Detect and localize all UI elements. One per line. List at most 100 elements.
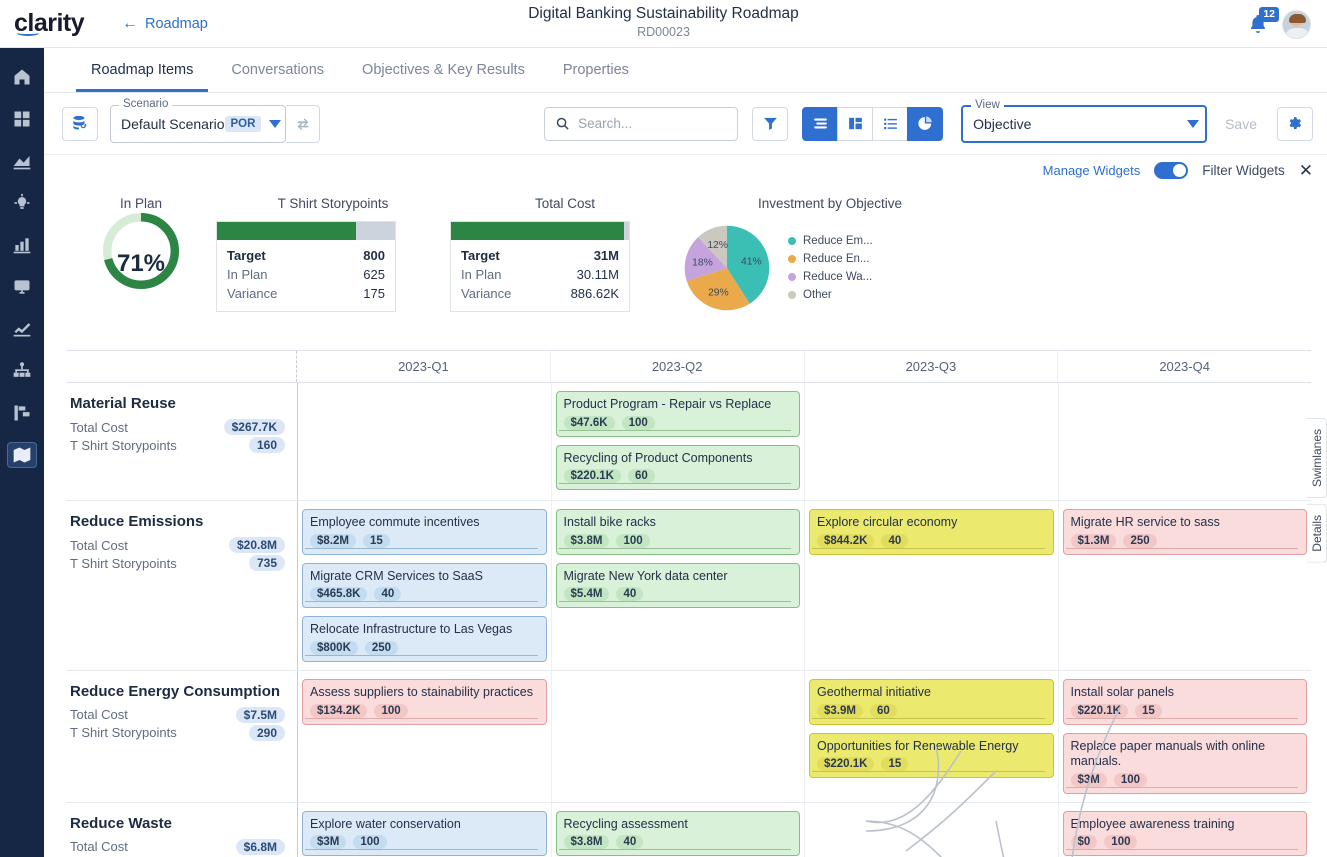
card-title: Product Program - Repair vs Replace bbox=[564, 397, 793, 413]
tab-roadmap-items[interactable]: Roadmap Items bbox=[76, 62, 208, 92]
card-title: Install solar panels bbox=[1071, 685, 1300, 701]
view-value: Objective bbox=[973, 116, 1031, 132]
pie-slice-label: 41% bbox=[741, 257, 762, 268]
card-cost-pill: $0 bbox=[1071, 835, 1098, 849]
progress-fill bbox=[217, 222, 356, 240]
roadmap-item-card[interactable]: Employee commute incentives$8.2M15 bbox=[302, 509, 547, 555]
roadmap-item-card[interactable]: Explore water conservation$3M100 bbox=[302, 811, 547, 857]
scenario-select[interactable]: Scenario Default Scenario POR bbox=[110, 105, 286, 143]
view-mode-roadmap-button[interactable] bbox=[802, 107, 838, 141]
edge-tab-swimlanes[interactable]: Swimlanes bbox=[1307, 418, 1327, 498]
roadmap-item-card[interactable]: Assess suppliers to stainability practic… bbox=[302, 679, 547, 725]
filter-button[interactable] bbox=[752, 107, 788, 141]
kpi-label: In Plan bbox=[227, 267, 267, 282]
quarter-lane: Install bike racks$3.8M100 Migrate New Yo… bbox=[552, 501, 806, 670]
settings-button[interactable] bbox=[1277, 107, 1313, 141]
list-view-icon bbox=[882, 115, 899, 132]
swimlane-metric: Total Cost$267.7K bbox=[70, 418, 285, 436]
roadmap-item-card[interactable]: Opportunities for Renewable Energy$220.1… bbox=[809, 733, 1054, 779]
tab-properties[interactable]: Properties bbox=[548, 62, 644, 92]
metric-label: T Shirt Storypoints bbox=[70, 725, 177, 740]
logo-swash-icon bbox=[17, 30, 39, 36]
roadmap-item-card[interactable]: Employee awareness training$0100 bbox=[1063, 811, 1308, 857]
card-pills: $3M100 bbox=[1071, 773, 1300, 787]
card-points-pill: 40 bbox=[881, 534, 908, 548]
sidebar-item-trends[interactable] bbox=[7, 316, 37, 342]
roadmap-item-card[interactable]: Migrate CRM Services to SaaS$465.8K40 bbox=[302, 563, 547, 609]
metric-label: Total Cost bbox=[70, 420, 128, 435]
legend-dot bbox=[788, 291, 796, 299]
widget-in-plan: In Plan 71% bbox=[66, 196, 216, 307]
scenario-database-button[interactable] bbox=[62, 107, 98, 141]
card-cost-pill: $1.3M bbox=[1071, 534, 1117, 548]
card-points-pill: 15 bbox=[881, 757, 908, 771]
roadmap-item-card[interactable]: Migrate New York data center$5.4M40 bbox=[556, 563, 801, 609]
sidebar-item-reports[interactable] bbox=[7, 232, 37, 258]
tab-objectives-key-results[interactable]: Objectives & Key Results bbox=[347, 62, 540, 92]
roadmap-item-card[interactable]: Migrate HR service to sass$1.3M250 bbox=[1063, 509, 1308, 555]
legend-item: Reduce Wa... bbox=[788, 271, 873, 283]
sidebar-item-boards[interactable] bbox=[7, 106, 37, 132]
tab-conversations[interactable]: Conversations bbox=[216, 62, 339, 92]
notifications-button[interactable]: 12 bbox=[1246, 12, 1270, 36]
view-mode-list-button[interactable] bbox=[872, 107, 908, 141]
kpi-value: 30.11M bbox=[577, 267, 619, 282]
roadmap-item-card[interactable]: Product Program - Repair vs Replace$47.6… bbox=[556, 391, 801, 437]
roadmap-item-card[interactable]: Relocate Infrastructure to Las Vegas$800… bbox=[302, 616, 547, 662]
roadmap-item-card[interactable]: Explore circular economy$844.2K40 bbox=[809, 509, 1054, 555]
kpi-row: In Plan 30.11M bbox=[461, 265, 619, 284]
card-title: Migrate CRM Services to SaaS bbox=[310, 569, 539, 585]
card-points-pill: 40 bbox=[616, 835, 643, 849]
line-chart-icon bbox=[12, 319, 32, 339]
search-box[interactable] bbox=[544, 107, 738, 141]
quarter-header: 2023-Q4 bbox=[1058, 351, 1311, 382]
tab-label: Conversations bbox=[231, 62, 324, 78]
sidebar-item-roadmaps[interactable] bbox=[7, 442, 37, 468]
search-input[interactable] bbox=[578, 116, 718, 131]
view-mode-board-button[interactable] bbox=[837, 107, 873, 141]
widget-title: Investment by Objective bbox=[680, 196, 980, 211]
sidebar-item-hierarchy[interactable] bbox=[7, 358, 37, 384]
sidebar-item-analytics[interactable] bbox=[7, 148, 37, 174]
roadmap-item-card[interactable]: Install solar panels$220.1K15 bbox=[1063, 679, 1308, 725]
card-title: Migrate New York data center bbox=[564, 569, 793, 585]
user-avatar[interactable] bbox=[1282, 10, 1311, 39]
swimlane-metric: Total Cost$6.8M bbox=[70, 838, 285, 856]
card-cost-pill: $3.8M bbox=[564, 835, 610, 849]
sidebar-item-ideas[interactable] bbox=[7, 190, 37, 216]
manage-widgets-link[interactable]: Manage Widgets bbox=[1043, 163, 1141, 178]
roadmap-item-card[interactable]: Geothermal initiative$3.9M60 bbox=[809, 679, 1054, 725]
swimlane-row: Reduce EmissionsTotal Cost$20.8MT Shirt … bbox=[66, 501, 1311, 671]
chevron-down-icon[interactable] bbox=[1187, 120, 1199, 128]
card-points-pill: 100 bbox=[622, 416, 655, 430]
app-logo: clarity bbox=[14, 9, 104, 38]
quarter-header: 2023-Q3 bbox=[805, 351, 1059, 382]
card-cost-pill: $3M bbox=[1071, 773, 1107, 787]
flow-icon bbox=[12, 403, 32, 423]
roadmap-item-card[interactable]: Recycling assessment$3.8M40 bbox=[556, 811, 801, 857]
card-pills: $8.2M15 bbox=[310, 534, 539, 548]
roadmap-item-card[interactable]: Install bike racks$3.8M100 bbox=[556, 509, 801, 555]
view-mode-chart-button[interactable] bbox=[907, 107, 943, 141]
edge-tab-details[interactable]: Details bbox=[1307, 504, 1327, 563]
sidebar-item-dashboards[interactable] bbox=[7, 274, 37, 300]
view-legend: View bbox=[971, 99, 1004, 111]
roadmap-item-card[interactable]: Replace paper manuals with online manual… bbox=[1063, 733, 1308, 794]
save-view-button[interactable]: Save bbox=[1215, 108, 1267, 140]
pie-slice-label: 18% bbox=[692, 257, 713, 268]
filter-widgets-toggle[interactable] bbox=[1154, 162, 1188, 179]
chevron-down-icon[interactable] bbox=[269, 120, 281, 128]
left-nav-rail bbox=[0, 48, 44, 857]
compare-scenario-button[interactable] bbox=[286, 105, 320, 143]
kpi-row: In Plan 625 bbox=[227, 265, 385, 284]
close-widgets-icon[interactable]: ✕ bbox=[1299, 162, 1313, 179]
roadmap-item-card[interactable]: Recycling of Product Components$220.1K60 bbox=[556, 445, 801, 491]
card-cost-pill: $220.1K bbox=[817, 757, 874, 771]
pie-legend: Reduce Em... Reduce En... Reduce Wa... O… bbox=[788, 235, 873, 301]
back-to-roadmap-link[interactable]: ← Roadmap bbox=[122, 16, 208, 32]
sidebar-item-home[interactable] bbox=[7, 64, 37, 90]
swimlane-metric: T Shirt Storypoints290 bbox=[70, 724, 285, 742]
sidebar-item-workflow[interactable] bbox=[7, 400, 37, 426]
view-select[interactable]: View Objective bbox=[961, 105, 1207, 143]
bar-chart-icon bbox=[12, 235, 32, 255]
